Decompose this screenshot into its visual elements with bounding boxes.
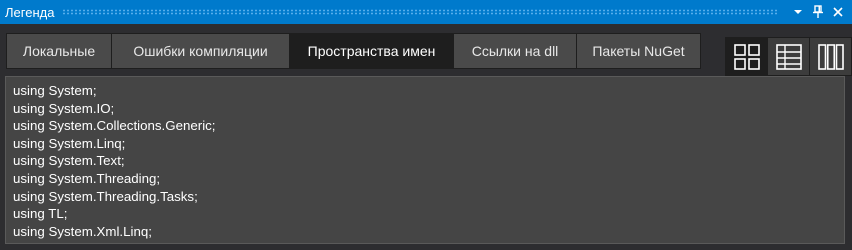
title-bar[interactable]: Легенда <box>0 0 852 24</box>
table-view-button[interactable] <box>767 37 809 76</box>
columns-view-button[interactable] <box>809 37 852 76</box>
columns-view-icon <box>817 43 844 70</box>
code-line: using System.Collections.Generic; <box>13 118 216 134</box>
title-drag-grip[interactable] <box>62 9 778 15</box>
code-line: using System.Text; <box>13 153 125 169</box>
code-line: using System; <box>13 83 97 98</box>
close-icon[interactable] <box>828 0 848 24</box>
tab-compile-errors[interactable]: Ошибки компиляции <box>111 33 289 69</box>
legend-window: Легенда Локальные Ошибки компиляции Прос… <box>0 0 852 250</box>
view-mode-switcher <box>725 37 852 76</box>
tiles-view-button[interactable] <box>725 37 767 76</box>
code-line: using TL; <box>13 206 68 222</box>
tiles-view-icon <box>733 43 760 70</box>
code-line: using System.IO; <box>13 100 115 116</box>
tab-dll-references[interactable]: Ссылки на dll <box>453 33 576 69</box>
pin-icon[interactable] <box>808 0 828 24</box>
tab-namespaces[interactable]: Пространства имен <box>289 33 453 69</box>
namespaces-content[interactable]: using System; using System.IO; using Sys… <box>5 76 845 244</box>
code-line: using System.Threading; <box>13 170 161 186</box>
code-line: using System.Threading.Tasks; <box>13 188 198 204</box>
code-line: using System.Linq; <box>13 135 126 151</box>
tab-bar: Локальные Ошибки компиляции Пространства… <box>6 33 701 69</box>
tab-nuget-packages[interactable]: Пакеты NuGet <box>576 33 701 69</box>
chevron-down-icon[interactable] <box>788 0 808 24</box>
table-view-icon <box>775 43 802 70</box>
code-line: using System.Xml.Linq; <box>13 223 152 239</box>
tab-locals[interactable]: Локальные <box>6 33 111 69</box>
window-title: Легенда <box>5 4 55 20</box>
